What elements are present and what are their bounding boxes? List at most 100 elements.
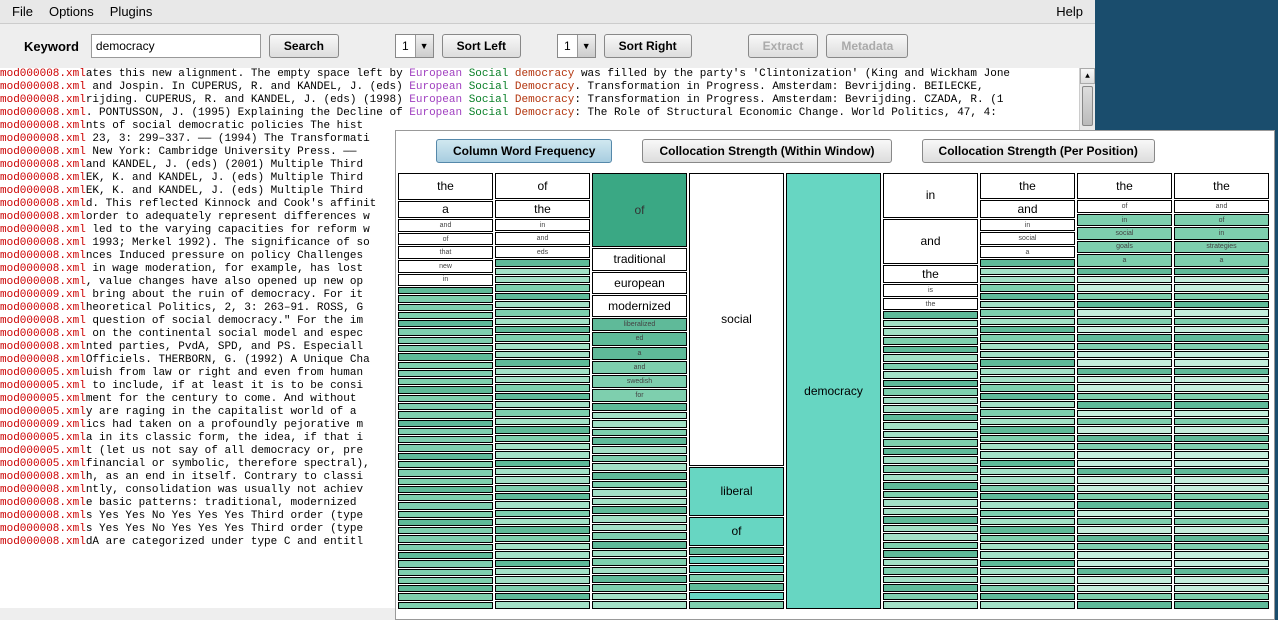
mosaic-tile[interactable] [398,544,493,551]
mosaic-tile[interactable] [883,508,978,516]
mosaic-tile[interactable]: european [592,272,687,294]
mosaic-tile[interactable] [398,295,493,302]
sort-right-button[interactable]: Sort Right [604,34,692,58]
mosaic-tile[interactable] [1077,410,1172,417]
mosaic-tile[interactable] [495,518,590,525]
mosaic-tile[interactable] [495,451,590,458]
mosaic-tile[interactable] [495,368,590,375]
mosaic-tile[interactable] [592,550,687,558]
mosaic-tile[interactable] [1077,301,1172,308]
mosaic-tile[interactable] [495,501,590,508]
mosaic-tile[interactable] [495,510,590,517]
mosaic-tile[interactable]: ed [592,332,687,345]
mosaic-tile[interactable] [883,371,978,379]
mosaic-tile[interactable] [980,518,1075,525]
mosaic-tile[interactable] [980,301,1075,308]
mosaic-tile[interactable] [883,328,978,336]
mosaic-tile[interactable] [495,326,590,333]
mosaic-tile[interactable] [980,460,1075,467]
mosaic-tile[interactable] [980,493,1075,500]
mosaic-tile[interactable] [398,444,493,451]
mosaic-tile[interactable] [980,359,1075,366]
mosaic-tile[interactable] [1174,493,1269,500]
mosaic-tile[interactable] [980,318,1075,325]
mosaic-tile[interactable] [883,482,978,490]
mosaic-tile[interactable] [495,351,590,358]
mosaic-tile[interactable] [883,311,978,319]
mosaic-tile[interactable] [980,334,1075,341]
mosaic-tile[interactable] [980,576,1075,583]
mosaic-tile[interactable] [495,601,590,608]
mosaic-tile[interactable] [398,420,493,427]
mosaic-tile[interactable] [1174,284,1269,291]
mosaic-tile[interactable] [495,526,590,533]
mosaic-tile[interactable] [980,543,1075,550]
mosaic-tile[interactable] [980,568,1075,575]
mosaic-tile[interactable] [883,567,978,575]
mosaic-tile[interactable] [883,354,978,362]
mosaic-tile[interactable] [495,376,590,383]
concordance-line[interactable]: mod000008.xml. PONTUSSON, J. (1995) Expl… [0,107,1095,120]
mosaic-tile[interactable] [1174,435,1269,442]
mosaic-tile[interactable] [1077,576,1172,583]
mosaic-tile[interactable] [398,527,493,534]
mosaic-tile[interactable] [398,312,493,319]
mosaic-tile[interactable] [1077,560,1172,567]
mosaic-tile[interactable] [1174,560,1269,567]
mosaic-tile[interactable] [1174,526,1269,533]
mosaic-tile[interactable]: is [883,284,978,297]
mosaic-tile[interactable] [980,268,1075,275]
mosaic-tile[interactable] [398,337,493,344]
mosaic-tile[interactable] [1174,576,1269,583]
mosaic-tile[interactable]: in [1174,227,1269,239]
mosaic-tile[interactable] [883,584,978,592]
mosaic-tile[interactable] [495,384,590,391]
mosaic-tile[interactable] [1174,601,1269,608]
mosaic-tile[interactable] [980,426,1075,433]
menu-options[interactable]: Options [41,2,102,21]
mosaic-tile[interactable] [495,259,590,266]
mosaic-tile[interactable]: the [495,200,590,218]
mosaic-tile[interactable] [495,309,590,316]
scroll-thumb[interactable] [1082,86,1093,126]
mosaic-tile[interactable] [980,259,1075,266]
extract-button[interactable]: Extract [748,34,819,58]
mosaic-tile[interactable] [883,474,978,482]
mosaic-tile[interactable] [1077,376,1172,383]
mosaic-tile[interactable] [398,469,493,476]
mosaic-tile[interactable] [398,511,493,518]
mosaic-tile[interactable] [398,560,493,567]
mosaic-tile[interactable] [883,542,978,550]
mosaic-tile[interactable] [398,304,493,311]
mosaic-tile[interactable] [592,541,687,549]
mosaic-tile[interactable] [1174,518,1269,525]
mosaic-tile[interactable] [398,428,493,435]
mosaic-tile[interactable] [1174,368,1269,375]
mosaic-tile[interactable] [495,293,590,300]
mosaic-tile[interactable] [495,468,590,475]
mosaic-tile[interactable]: traditional [592,248,687,270]
mosaic-tile[interactable] [495,568,590,575]
mosaic-tile[interactable] [883,491,978,499]
mosaic-tile[interactable] [1077,359,1172,366]
mosaic-tile[interactable] [398,502,493,509]
mosaic-tile[interactable]: the [980,173,1075,199]
mosaic-tile[interactable]: liberal [689,467,784,516]
mosaic-tile[interactable] [1174,418,1269,425]
mosaic-tile[interactable] [980,468,1075,475]
mosaic-tile[interactable] [883,414,978,422]
mosaic-tile[interactable]: the [1077,173,1172,199]
mosaic-tile[interactable] [495,535,590,542]
mosaic-tile[interactable]: the [398,173,493,200]
mosaic-tile[interactable] [1174,468,1269,475]
mosaic-tile[interactable] [398,593,493,600]
mosaic-tile[interactable] [398,494,493,501]
mosaic-tile[interactable] [592,420,687,428]
mosaic-tile[interactable] [398,453,493,460]
keyword-input[interactable] [91,34,261,58]
mosaic-tile[interactable] [980,585,1075,592]
mosaic-tile[interactable] [1174,359,1269,366]
mosaic-tile[interactable] [1174,343,1269,350]
mosaic-tile[interactable] [883,499,978,507]
mosaic-tile[interactable] [592,455,687,463]
